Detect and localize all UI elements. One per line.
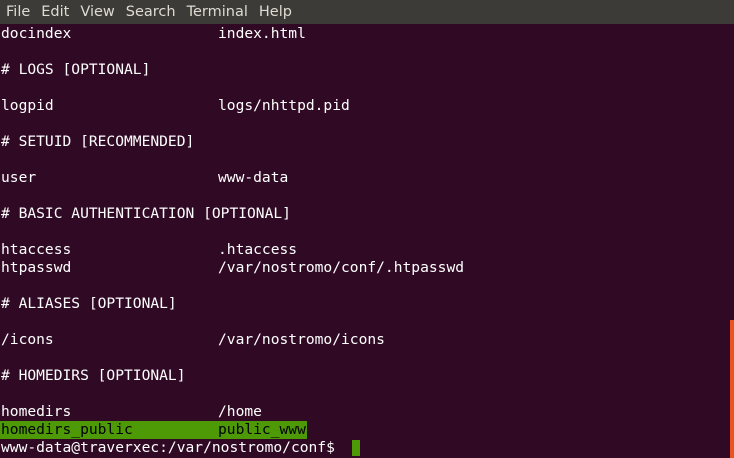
config-value: /home <box>218 403 262 420</box>
config-key: htpasswd <box>1 259 72 276</box>
scrollbar-thumb[interactable] <box>730 320 734 458</box>
config-key: homedirs <box>1 403 72 420</box>
config-line-htpasswd: htpasswd /var/nostromo/conf/.htpasswd <box>0 259 464 277</box>
menu-file[interactable]: File <box>0 0 35 24</box>
menu-search[interactable]: Search <box>120 0 181 24</box>
shell-prompt-line[interactable]: www-data@traverxec:/var/nostromo/conf$ <box>0 439 730 457</box>
comment-line-setuid: # SETUID [RECOMMENDED] <box>0 133 194 151</box>
config-line-logpid: logpid logs/nhttpd.pid <box>0 97 350 115</box>
config-line-icons: /icons /var/nostromo/icons <box>0 331 385 349</box>
config-comment: # HOMEDIRS [OPTIONAL] <box>1 367 186 384</box>
config-key: htaccess <box>1 241 72 258</box>
terminal-window[interactable]: File Edit View Search Terminal Help doci… <box>0 0 734 458</box>
config-value: index.html <box>218 25 306 42</box>
menu-view[interactable]: View <box>74 0 119 24</box>
menubar: File Edit View Search Terminal Help <box>0 0 734 24</box>
comment-line-logs: # LOGS [OPTIONAL] <box>0 61 150 79</box>
config-key: docindex <box>1 25 72 42</box>
config-value: www-data <box>218 169 289 186</box>
config-comment: # LOGS [OPTIONAL] <box>1 61 151 78</box>
config-comment: # SETUID [RECOMMENDED] <box>1 133 195 150</box>
config-key: logpid <box>1 97 54 114</box>
menu-edit[interactable]: Edit <box>35 0 74 24</box>
config-comment: # ALIASES [OPTIONAL] <box>1 295 177 312</box>
text-cursor <box>352 440 360 456</box>
config-line-homedirs-public-selected[interactable]: homedirs_public public_www <box>0 421 307 439</box>
shell-prompt: www-data@traverxec:/var/nostromo/conf$ <box>1 439 335 456</box>
menu-terminal[interactable]: Terminal <box>181 0 253 24</box>
config-value: /var/nostromo/conf/.htpasswd <box>218 259 465 276</box>
config-value: public_www <box>218 421 306 438</box>
terminal-output[interactable]: docindex index.html # LOGS [OPTIONAL] lo… <box>0 25 730 458</box>
config-value: logs/nhttpd.pid <box>218 97 350 114</box>
config-key: user <box>1 169 37 186</box>
config-line-user: user www-data <box>0 169 288 187</box>
config-value: .htaccess <box>218 241 298 258</box>
config-line-docindex: docindex index.html <box>0 25 306 43</box>
comment-line-auth: # BASIC AUTHENTICATION [OPTIONAL] <box>0 205 291 223</box>
config-line-homedirs: homedirs /home <box>0 403 262 421</box>
config-line-htaccess: htaccess .htaccess <box>0 241 297 259</box>
config-comment: # BASIC AUTHENTICATION [OPTIONAL] <box>1 205 291 222</box>
config-value: /var/nostromo/icons <box>218 331 385 348</box>
comment-line-aliases: # ALIASES [OPTIONAL] <box>0 295 177 313</box>
config-key: /icons <box>1 331 54 348</box>
menu-help[interactable]: Help <box>253 0 297 24</box>
config-key: homedirs_public <box>1 421 133 438</box>
comment-line-homedirs: # HOMEDIRS [OPTIONAL] <box>0 367 186 385</box>
